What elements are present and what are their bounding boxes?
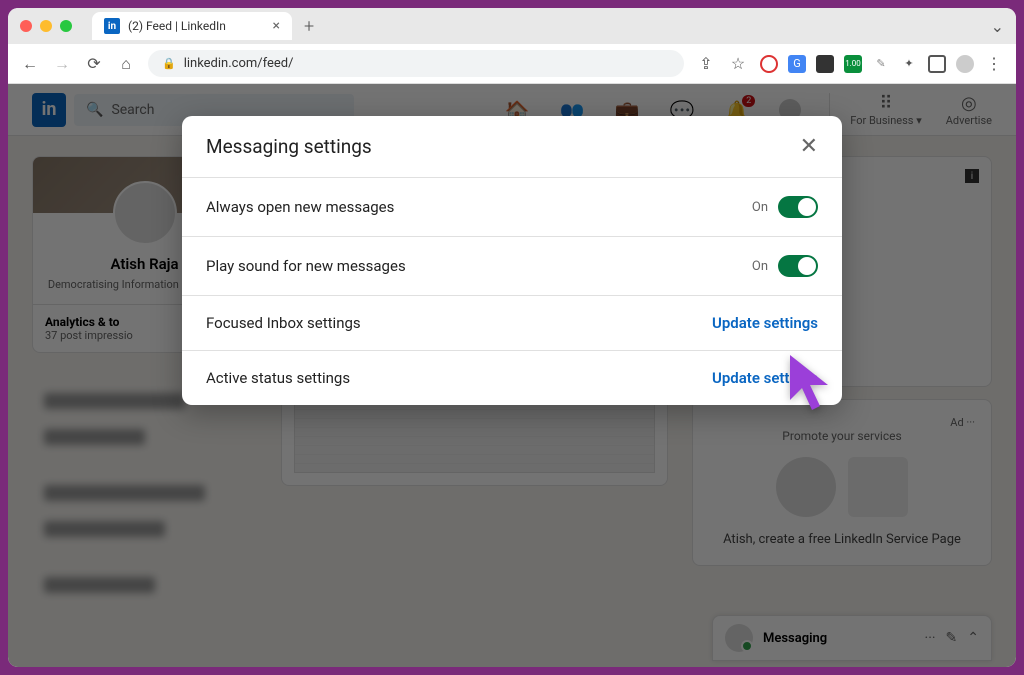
browser-toolbar: ← → ⟳ ⌂ 🔒 linkedin.com/feed/ ⇪ ☆ G 1.00 … bbox=[8, 44, 1016, 84]
reload-button[interactable]: ⟳ bbox=[84, 54, 104, 73]
maximize-window-button[interactable] bbox=[60, 20, 72, 32]
modal-overlay[interactable]: Messaging settings ✕ Always open new mes… bbox=[8, 84, 1016, 667]
profile-avatar[interactable] bbox=[956, 55, 974, 73]
address-bar[interactable]: 🔒 linkedin.com/feed/ bbox=[148, 50, 684, 77]
lock-icon: 🔒 bbox=[162, 57, 176, 70]
share-icon[interactable]: ⇪ bbox=[696, 54, 716, 73]
close-window-button[interactable] bbox=[20, 20, 32, 32]
home-button[interactable]: ⌂ bbox=[116, 54, 136, 74]
extension-icon[interactable]: 1.00 bbox=[844, 55, 862, 73]
url-text: linkedin.com/feed/ bbox=[184, 56, 294, 71]
tab-title: (2) Feed | LinkedIn bbox=[128, 19, 226, 33]
setting-label: Always open new messages bbox=[206, 198, 394, 216]
menu-icon[interactable]: ⋮ bbox=[984, 54, 1004, 73]
setting-row-active-status: Active status settings Update settings bbox=[182, 351, 842, 405]
close-modal-button[interactable]: ✕ bbox=[800, 134, 818, 159]
setting-label: Play sound for new messages bbox=[206, 257, 406, 275]
tabs-dropdown-icon[interactable]: ⌄ bbox=[991, 17, 1004, 36]
setting-label: Active status settings bbox=[206, 369, 350, 387]
new-tab-button[interactable]: + bbox=[304, 16, 314, 37]
setting-row-play-sound: Play sound for new messages On bbox=[182, 237, 842, 296]
toggle-switch[interactable] bbox=[778, 255, 818, 277]
setting-row-open-messages: Always open new messages On bbox=[182, 178, 842, 237]
browser-tab[interactable]: in (2) Feed | LinkedIn × bbox=[92, 12, 292, 40]
linkedin-favicon: in bbox=[104, 18, 120, 34]
update-settings-link[interactable]: Update settings bbox=[712, 369, 818, 387]
extensions: G 1.00 ✎ ✦ ⋮ bbox=[760, 54, 1004, 73]
extension-icon[interactable] bbox=[816, 55, 834, 73]
extension-icon[interactable] bbox=[760, 55, 778, 73]
close-tab-icon[interactable]: × bbox=[273, 18, 280, 34]
modal-title: Messaging settings bbox=[206, 135, 372, 158]
toggle-switch[interactable] bbox=[778, 196, 818, 218]
setting-label: Focused Inbox settings bbox=[206, 314, 361, 332]
back-button[interactable]: ← bbox=[20, 54, 40, 74]
setting-row-focused-inbox: Focused Inbox settings Update settings bbox=[182, 296, 842, 351]
messaging-settings-modal: Messaging settings ✕ Always open new mes… bbox=[182, 116, 842, 405]
update-settings-link[interactable]: Update settings bbox=[712, 314, 818, 332]
bookmark-icon[interactable]: ☆ bbox=[728, 54, 748, 73]
browser-titlebar: in (2) Feed | LinkedIn × + ⌄ bbox=[8, 8, 1016, 44]
extension-icon[interactable]: ✎ bbox=[872, 55, 890, 73]
forward-button[interactable]: → bbox=[52, 54, 72, 74]
minimize-window-button[interactable] bbox=[40, 20, 52, 32]
extensions-puzzle-icon[interactable]: ✦ bbox=[900, 55, 918, 73]
window-controls bbox=[20, 20, 72, 32]
extension-icon[interactable]: G bbox=[788, 55, 806, 73]
sidepanel-icon[interactable] bbox=[928, 55, 946, 73]
